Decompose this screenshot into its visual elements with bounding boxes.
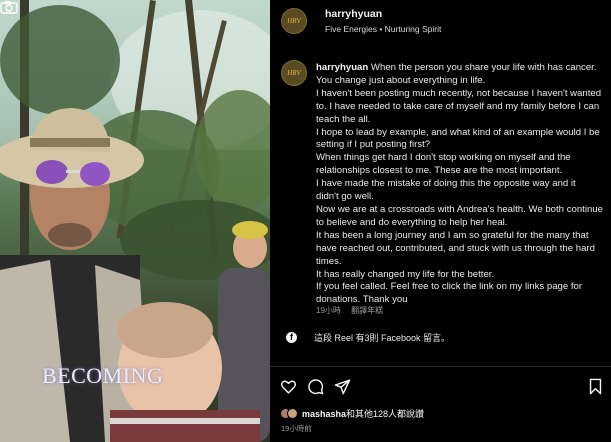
caption-line: When things get hard I don't stop workin… <box>316 152 571 164</box>
avatar[interactable]: HRV <box>281 8 307 34</box>
post-header: HRV harryhyuan Five Energies • Nurturing… <box>281 6 606 36</box>
divider <box>270 366 611 367</box>
caption-line: to believe and do everything to help her… <box>316 216 508 228</box>
post-panel: HRV harryhyuan Five Energies • Nurturing… <box>270 0 611 442</box>
comment-icon[interactable] <box>307 378 324 395</box>
likes-text: mashasha和其他128人都說讚 <box>302 407 424 420</box>
caption-line: setting if I put posting first? <box>316 139 431 151</box>
caption-line: times. <box>316 255 342 267</box>
overlay-caption: BECOMING <box>42 363 164 388</box>
caption-line: to. I have needed to take care of myself… <box>316 100 600 112</box>
facebook-comments-text: 這段 Reel 有3則 Facebook 留言。 <box>314 332 451 343</box>
see-translation-link[interactable]: 翻譯年糕 <box>351 306 383 315</box>
caption-time[interactable]: 19小時 <box>316 306 341 315</box>
reel-media[interactable]: BECOMING <box>0 0 270 442</box>
avatar-logo-text: HRV <box>287 17 301 25</box>
posted-ago: 19小時前 <box>281 424 312 433</box>
caption-username[interactable]: harryhyuan <box>316 62 368 73</box>
liker-username[interactable]: mashasha <box>302 409 346 419</box>
liker-avatar <box>287 407 298 419</box>
caption-line: Now we are at a crossroads with Andrea's… <box>316 203 603 215</box>
likes-rest[interactable]: 和其他128人都說讚 <box>346 409 424 419</box>
likes-row[interactable]: mashasha和其他128人都說讚 <box>280 406 424 420</box>
caption-meta: 19小時 翻譯年糕 <box>316 305 391 316</box>
caption-line: relationships closest to me. These are t… <box>316 165 563 177</box>
caption-body: harryhyuan When the person you share you… <box>316 62 606 307</box>
action-bar <box>280 378 605 396</box>
caption-avatar[interactable]: HRV <box>281 60 307 86</box>
facebook-comments-row[interactable]: f 這段 Reel 有3則 Facebook 留言。 <box>286 330 450 344</box>
share-icon[interactable] <box>334 378 351 395</box>
caption-line: teach the all. <box>316 113 371 125</box>
caption-text: When the person you share your life with… <box>368 62 597 73</box>
camera-icon[interactable] <box>0 0 18 14</box>
bookmark-icon[interactable] <box>587 378 604 395</box>
caption-line: It has really changed my life for the be… <box>316 268 495 280</box>
caption-line: have reached out, contributed, and stuck… <box>316 242 595 254</box>
caption-line: If you feel called. Feel free to click t… <box>316 281 583 293</box>
caption-line: I have made the mistake of doing this th… <box>316 178 576 190</box>
header-subline[interactable]: Five Energies • Nurturing Spirit <box>325 24 441 34</box>
caption-line: I haven't been posting much recently, no… <box>316 87 602 99</box>
caption-line: You change just about everything in life… <box>316 74 486 86</box>
header-username[interactable]: harryhyuan <box>325 8 382 20</box>
avatar-logo-text: HRV <box>287 69 301 77</box>
heart-icon[interactable] <box>280 378 297 395</box>
caption-line: harryhyuan When the person you share you… <box>316 62 606 75</box>
caption-line: didn't go well. <box>316 191 374 203</box>
caption-line: It has been a long journey and I am so g… <box>316 229 589 241</box>
caption-line: I hope to lead by example, and what kind… <box>316 126 600 138</box>
facebook-icon: f <box>286 331 297 343</box>
